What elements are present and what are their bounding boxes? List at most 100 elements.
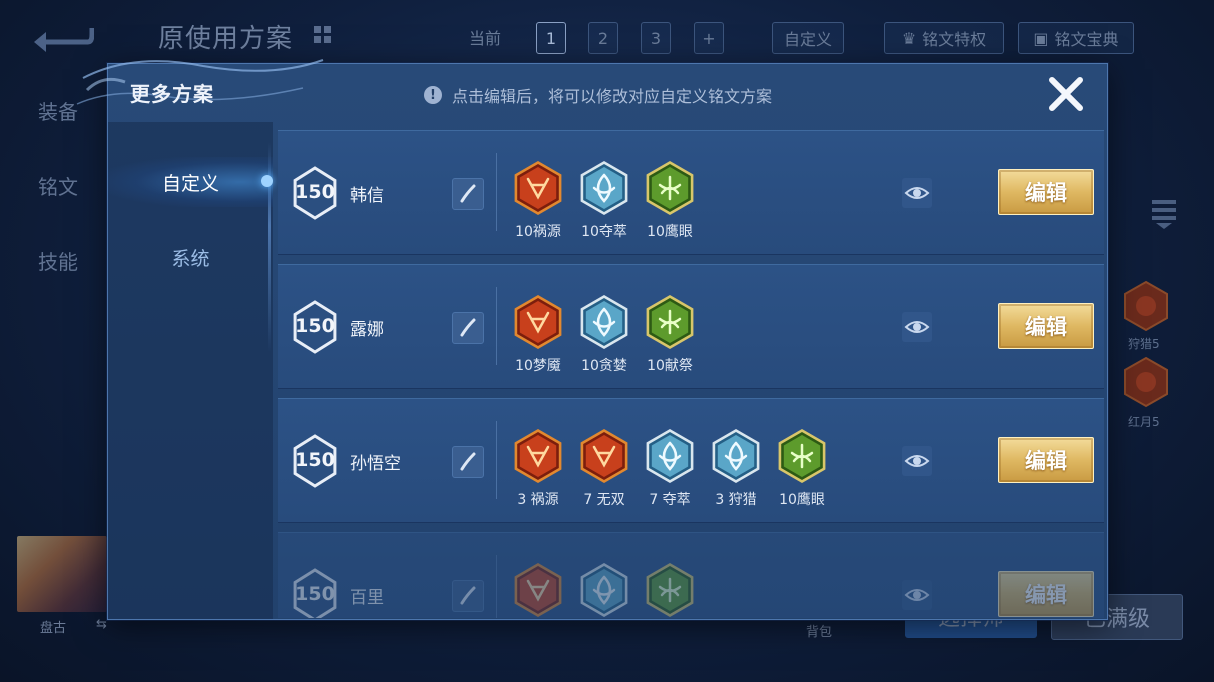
level-badge: 150 bbox=[290, 433, 340, 489]
rune-red-diamond bbox=[580, 429, 628, 483]
tab-current[interactable]: 当前 bbox=[462, 22, 508, 52]
plan-row: 150 露娜 10梦魇 10贪婪 10献祭 编辑 bbox=[278, 264, 1104, 389]
pencil-icon bbox=[460, 184, 476, 203]
rename-button[interactable] bbox=[452, 312, 484, 344]
swap-hero-icon[interactable]: ⇆ bbox=[96, 617, 107, 632]
tab-plan-2[interactable]: 2 bbox=[588, 22, 618, 54]
info-icon: ! bbox=[424, 86, 442, 104]
backpack-label[interactable]: 背包 bbox=[806, 621, 832, 640]
nav-system[interactable]: 系统 bbox=[108, 232, 273, 282]
level-value: 150 bbox=[295, 315, 335, 337]
plan-hero-name: 露娜 bbox=[350, 320, 384, 340]
rune-blue-lightning bbox=[712, 429, 760, 483]
rune-green-clover bbox=[646, 563, 694, 617]
rune-label: 7 无双 bbox=[583, 492, 625, 508]
plan-hero-name: 韩信 bbox=[350, 186, 384, 206]
rune-item: 7 无双 bbox=[574, 427, 634, 509]
level-value: 150 bbox=[295, 181, 335, 203]
rune-green-clover bbox=[778, 429, 826, 483]
tab-plan-1[interactable]: 1 bbox=[536, 22, 566, 54]
red-moon-rune-label: 红月5 bbox=[1128, 415, 1160, 429]
level-badge: 150 bbox=[290, 165, 340, 221]
book-icon: ▣ bbox=[1033, 28, 1049, 48]
edit-button[interactable]: 编辑 bbox=[998, 303, 1094, 349]
rename-button[interactable] bbox=[452, 178, 484, 210]
level-badge: 150 bbox=[290, 567, 340, 618]
plan-hero-name: 孙悟空 bbox=[350, 454, 401, 474]
rune-item: 10鹰眼 bbox=[772, 427, 832, 509]
tab-custom[interactable]: 自定义 bbox=[772, 22, 844, 54]
grid-icon[interactable] bbox=[314, 26, 332, 44]
preview-button[interactable] bbox=[902, 446, 932, 476]
preview-button[interactable] bbox=[902, 178, 932, 208]
rune-label: 10献祭 bbox=[647, 358, 693, 374]
edit-button[interactable]: 编辑 bbox=[998, 437, 1094, 483]
hero-name: 盘古 bbox=[40, 621, 67, 636]
pencil-icon bbox=[460, 586, 476, 605]
rune-blue-knot bbox=[580, 161, 628, 215]
pencil-icon bbox=[460, 452, 476, 471]
edit-button[interactable]: 编辑 bbox=[998, 571, 1094, 617]
rune-blue-knot bbox=[580, 563, 628, 617]
preview-button[interactable] bbox=[902, 312, 932, 342]
rune-handbook-button[interactable]: ▣ 铭文宝典 bbox=[1018, 22, 1134, 54]
row-divider bbox=[496, 555, 497, 618]
modal-hint: ! 点击编辑后，将可以修改对应自定义铭文方案 bbox=[424, 83, 772, 107]
side-nav-equipment[interactable]: 装备 bbox=[38, 96, 78, 125]
rune-label: 10鹰眼 bbox=[647, 224, 693, 240]
rename-button[interactable] bbox=[452, 446, 484, 478]
close-icon[interactable] bbox=[1046, 74, 1086, 114]
rune-privilege-button[interactable]: ♛ 铭文特权 bbox=[884, 22, 1004, 54]
rune-item bbox=[640, 561, 700, 618]
eye-icon bbox=[904, 187, 930, 199]
rune-item: 3 祸源 bbox=[508, 427, 568, 509]
edit-button[interactable]: 编辑 bbox=[998, 169, 1094, 215]
rune-item: 10鹰眼 bbox=[640, 159, 700, 241]
rune-item: 10献祭 bbox=[640, 293, 700, 375]
rune-handbook-label: 铭文宝典 bbox=[1054, 30, 1119, 49]
crown-icon: ♛ bbox=[901, 28, 917, 48]
rune-item: 10贪婪 bbox=[574, 293, 634, 375]
tab-plan-3[interactable]: 3 bbox=[641, 22, 671, 54]
preview-button[interactable] bbox=[902, 580, 932, 610]
rune-label: 10祸源 bbox=[515, 224, 561, 240]
rune-item: 7 夺萃 bbox=[640, 427, 700, 509]
plan-row: 150 孙悟空 3 祸源 7 无双 7 夺萃 3 狩猎 10鹰眼 编辑 bbox=[278, 398, 1104, 523]
hint-text: 点击编辑后，将可以修改对应自定义铭文方案 bbox=[452, 87, 773, 106]
side-nav-runes[interactable]: 铭文 bbox=[38, 171, 78, 200]
row-divider bbox=[496, 153, 497, 231]
pencil-icon bbox=[460, 318, 476, 337]
plan-row: 150 韩信 10祸源 10夺萃 10鹰眼 编辑 bbox=[278, 130, 1104, 255]
eye-icon bbox=[904, 321, 930, 333]
rune-label: 10鹰眼 bbox=[779, 492, 825, 508]
rune-red-shield bbox=[514, 161, 562, 215]
tab-add-plan[interactable]: + bbox=[694, 22, 724, 54]
rune-label: 10梦魇 bbox=[515, 358, 561, 374]
row-divider bbox=[496, 421, 497, 499]
hero-portrait[interactable] bbox=[17, 536, 107, 612]
rune-label: 10夺萃 bbox=[581, 224, 627, 240]
rune-red-shield bbox=[514, 429, 562, 483]
rune-red-wings bbox=[514, 295, 562, 349]
modal-title: 更多方案 bbox=[130, 82, 214, 106]
hunt-rune-label: 狩猎5 bbox=[1128, 337, 1160, 351]
rune-item: 10夺萃 bbox=[574, 159, 634, 241]
rune-label: 3 祸源 bbox=[517, 492, 559, 508]
rune-item: 10梦魇 bbox=[508, 293, 568, 375]
more-plans-modal: 更多方案 ! 点击编辑后，将可以修改对应自定义铭文方案 自定义 系统 150 韩信… bbox=[76, 59, 1108, 620]
nav-custom[interactable]: 自定义 bbox=[108, 157, 273, 207]
red-moon-rune-icon bbox=[1124, 356, 1168, 408]
menu-lines-icon[interactable] bbox=[1150, 196, 1178, 230]
level-value: 150 bbox=[295, 449, 335, 471]
plan-list[interactable]: 150 韩信 10祸源 10夺萃 10鹰眼 编辑 150 露娜 10梦魇 10贪婪 10献祭 编辑 15… bbox=[278, 130, 1104, 618]
rename-button[interactable] bbox=[452, 580, 484, 612]
side-nav-skills[interactable]: 技能 bbox=[38, 246, 78, 275]
nav-system-label: 系统 bbox=[171, 247, 210, 270]
rune-blue-knot bbox=[646, 429, 694, 483]
modal-header: 更多方案 ! 点击编辑后，将可以修改对应自定义铭文方案 bbox=[76, 59, 1107, 122]
row-divider bbox=[496, 287, 497, 365]
rune-green-leaf bbox=[646, 295, 694, 349]
rune-label: 10贪婪 bbox=[581, 358, 627, 374]
level-value: 150 bbox=[295, 583, 335, 605]
rune-privilege-label: 铭文特权 bbox=[922, 30, 987, 49]
